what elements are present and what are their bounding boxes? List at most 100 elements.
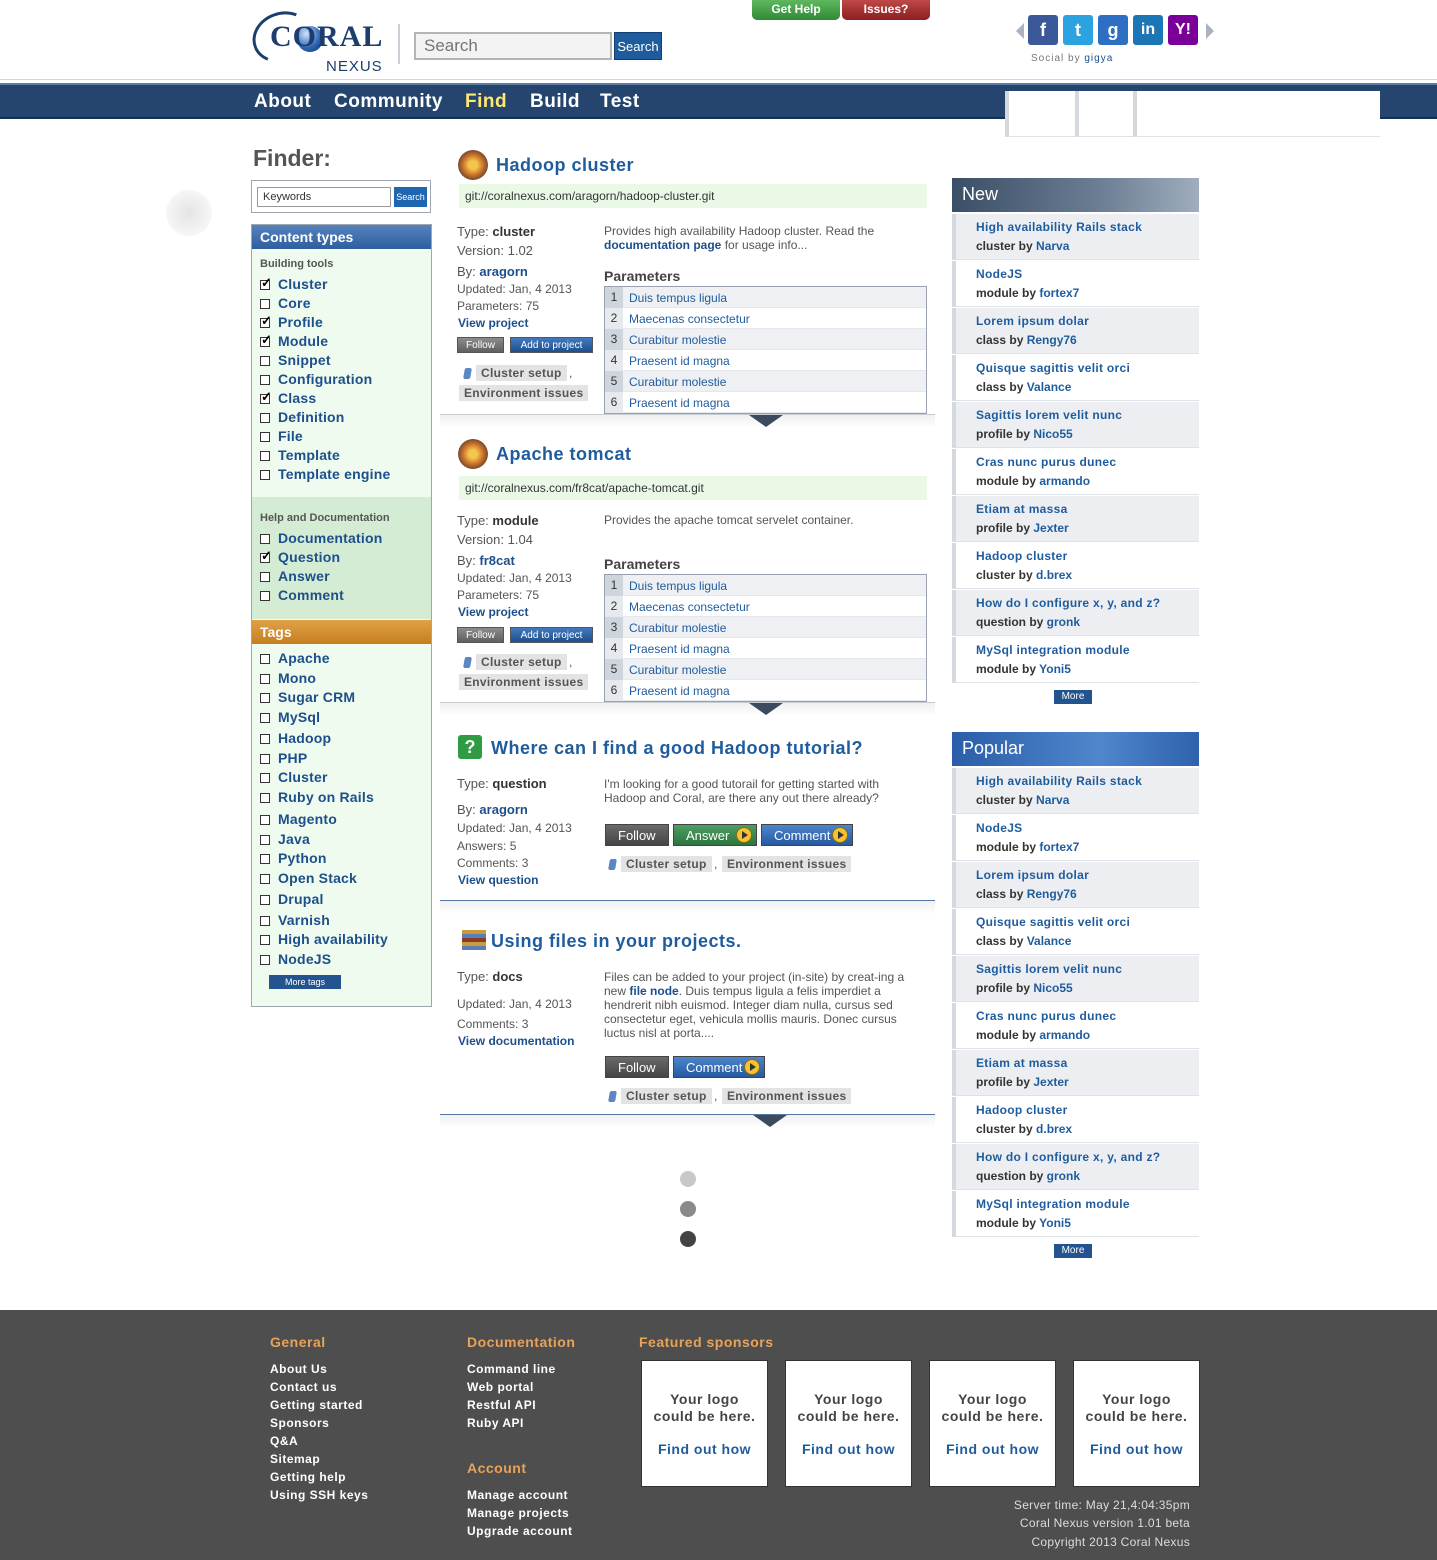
pagination-dot[interactable] xyxy=(680,1171,696,1187)
filter-class[interactable]: Class xyxy=(260,389,316,408)
view-project-link[interactable]: View project xyxy=(458,316,528,330)
nav-find[interactable]: Find xyxy=(465,91,507,113)
issues-tab[interactable]: Issues? xyxy=(842,0,930,20)
expand-arrow-icon[interactable] xyxy=(749,415,783,427)
filter-cluster[interactable]: Cluster xyxy=(260,275,328,294)
new-item-title[interactable]: Hadoop cluster xyxy=(976,549,1068,563)
parameter-row[interactable]: 2 Maecenas consectetur xyxy=(605,308,926,329)
new-item[interactable]: Hadoop cluster cluster by d.brex xyxy=(952,543,1199,589)
follow-button[interactable]: Follow xyxy=(605,1056,669,1078)
popular-item[interactable]: Cras nunc purus dunec module by armando xyxy=(952,1003,1199,1049)
user-link[interactable]: Valance xyxy=(1027,934,1072,948)
footer-general-link[interactable]: Q&A xyxy=(270,1434,298,1448)
user-link[interactable]: Jexter xyxy=(1033,521,1068,535)
more-tags-button[interactable]: More tags xyxy=(269,975,341,989)
tag-nodejs[interactable]: NodeJS xyxy=(260,951,331,969)
header-search-button[interactable]: Search xyxy=(614,32,662,60)
google-icon[interactable]: g xyxy=(1098,15,1128,45)
tag-open-stack[interactable]: Open Stack xyxy=(260,870,357,888)
checkbox-icon[interactable] xyxy=(260,674,270,684)
parameter-row[interactable]: 1 Duis tempus ligula xyxy=(605,575,926,596)
checkbox-checked-icon[interactable] xyxy=(260,275,272,291)
popular-item-title[interactable]: NodeJS xyxy=(976,821,1022,835)
tag-chip[interactable]: Environment issues xyxy=(459,674,589,690)
gigya-link[interactable]: gigya xyxy=(1084,53,1113,64)
new-item[interactable]: Etiam at massa profile by Jexter xyxy=(952,496,1199,542)
filter-module[interactable]: Module xyxy=(260,332,328,351)
user-link[interactable]: armando xyxy=(1039,474,1090,488)
filter-profile[interactable]: Profile xyxy=(260,313,323,332)
tag-hadoop[interactable]: Hadoop xyxy=(260,730,331,748)
tag-apache[interactable]: Apache xyxy=(260,650,330,668)
user-link[interactable]: gronk xyxy=(1047,1169,1080,1183)
filter-documentation[interactable]: Documentation xyxy=(260,530,383,548)
follow-button[interactable]: Follow xyxy=(605,824,669,846)
parameter-name[interactable]: Praesent id magna xyxy=(629,684,730,698)
filter-template[interactable]: Template xyxy=(260,447,340,465)
popular-item-title[interactable]: Hadoop cluster xyxy=(976,1103,1068,1117)
parameter-row[interactable]: 5 Curabitur molestie xyxy=(605,371,926,392)
tag-chip[interactable]: Cluster setup xyxy=(621,856,712,872)
parameter-name[interactable]: Praesent id magna xyxy=(629,354,730,368)
facebook-icon[interactable]: f xyxy=(1028,15,1058,45)
popular-item[interactable]: Hadoop cluster cluster by d.brex xyxy=(952,1097,1199,1143)
user-link[interactable]: fortex7 xyxy=(1039,840,1079,854)
filter-file[interactable]: File xyxy=(260,428,303,446)
parameter-row[interactable]: 4 Praesent id magna xyxy=(605,638,926,659)
user-link[interactable]: Valance xyxy=(1027,380,1072,394)
find-out-how-link[interactable]: Find out how xyxy=(786,1441,911,1457)
footer-general-link[interactable]: Getting help xyxy=(270,1470,346,1484)
tag-drupal[interactable]: Drupal xyxy=(260,891,324,909)
checkbox-icon[interactable] xyxy=(260,299,270,309)
finder-search-button[interactable]: Search xyxy=(394,187,427,207)
nav-test[interactable]: Test xyxy=(600,91,640,113)
tag-high-availability[interactable]: High availability xyxy=(260,931,388,949)
find-out-how-link[interactable]: Find out how xyxy=(1074,1441,1199,1457)
tag-chip[interactable]: Environment issues xyxy=(459,385,589,401)
parameter-name[interactable]: Duis tempus ligula xyxy=(629,291,727,305)
comment-button[interactable]: Comment xyxy=(673,1056,765,1078)
filter-core[interactable]: Core xyxy=(260,295,311,313)
new-more-button[interactable]: More xyxy=(1054,690,1092,704)
user-link[interactable]: armando xyxy=(1039,1028,1090,1042)
user-link[interactable]: Rengy76 xyxy=(1027,887,1077,901)
checkbox-icon[interactable] xyxy=(260,693,270,703)
new-item-title[interactable]: MySql integration module xyxy=(976,643,1130,657)
social-next-arrow-icon[interactable] xyxy=(1206,23,1214,39)
checkbox-icon[interactable] xyxy=(260,835,270,845)
tag-java[interactable]: Java xyxy=(260,831,310,849)
checkbox-icon[interactable] xyxy=(260,793,270,803)
new-item-title[interactable]: How do I configure x, y, and z? xyxy=(976,596,1160,610)
footer-docs-link[interactable]: Ruby API xyxy=(467,1416,524,1430)
tag-magento[interactable]: Magento xyxy=(260,811,337,829)
checkbox-icon[interactable] xyxy=(260,815,270,825)
sponsor-slot[interactable]: Your logo could be here. Find out how xyxy=(785,1360,912,1487)
popular-item[interactable]: Quisque sagittis velit orci class by Vala… xyxy=(952,909,1199,955)
checkbox-icon[interactable] xyxy=(260,534,270,544)
user-link[interactable]: gronk xyxy=(1047,615,1080,629)
popular-item-title[interactable]: Sagittis lorem velit nunc xyxy=(976,962,1122,976)
follow-button[interactable]: Follow xyxy=(457,337,504,353)
user-link[interactable]: Nico55 xyxy=(1033,427,1072,441)
view-question-link[interactable]: View question xyxy=(458,873,538,887)
new-item-title[interactable]: Etiam at massa xyxy=(976,502,1068,516)
tag-mysql[interactable]: MySql xyxy=(260,709,320,727)
user-link[interactable]: d.brex xyxy=(1036,568,1072,582)
new-item-title[interactable]: Lorem ipsum dolar xyxy=(976,314,1089,328)
checkbox-icon[interactable] xyxy=(260,874,270,884)
filter-configuration[interactable]: Configuration xyxy=(260,371,372,389)
user-link[interactable]: Rengy76 xyxy=(1027,333,1077,347)
user-link[interactable]: Narva xyxy=(1036,239,1069,253)
popular-item-title[interactable]: Cras nunc purus dunec xyxy=(976,1009,1116,1023)
filter-answer[interactable]: Answer xyxy=(260,568,330,586)
coral-nexus-logo[interactable]: CORAL NEXUS xyxy=(245,3,392,75)
filter-question[interactable]: Question xyxy=(260,548,340,567)
footer-account-link[interactable]: Manage account xyxy=(467,1488,568,1502)
tag-python[interactable]: Python xyxy=(260,850,327,868)
user-link[interactable]: Yoni5 xyxy=(1039,1216,1071,1230)
parameter-row[interactable]: 3 Curabitur molestie xyxy=(605,617,926,638)
nav-community[interactable]: Community xyxy=(334,91,443,113)
filter-definition[interactable]: Definition xyxy=(260,409,345,427)
popular-item[interactable]: NodeJS module by fortex7 xyxy=(952,815,1199,861)
new-item[interactable]: Lorem ipsum dolar class by Rengy76 xyxy=(952,308,1199,354)
